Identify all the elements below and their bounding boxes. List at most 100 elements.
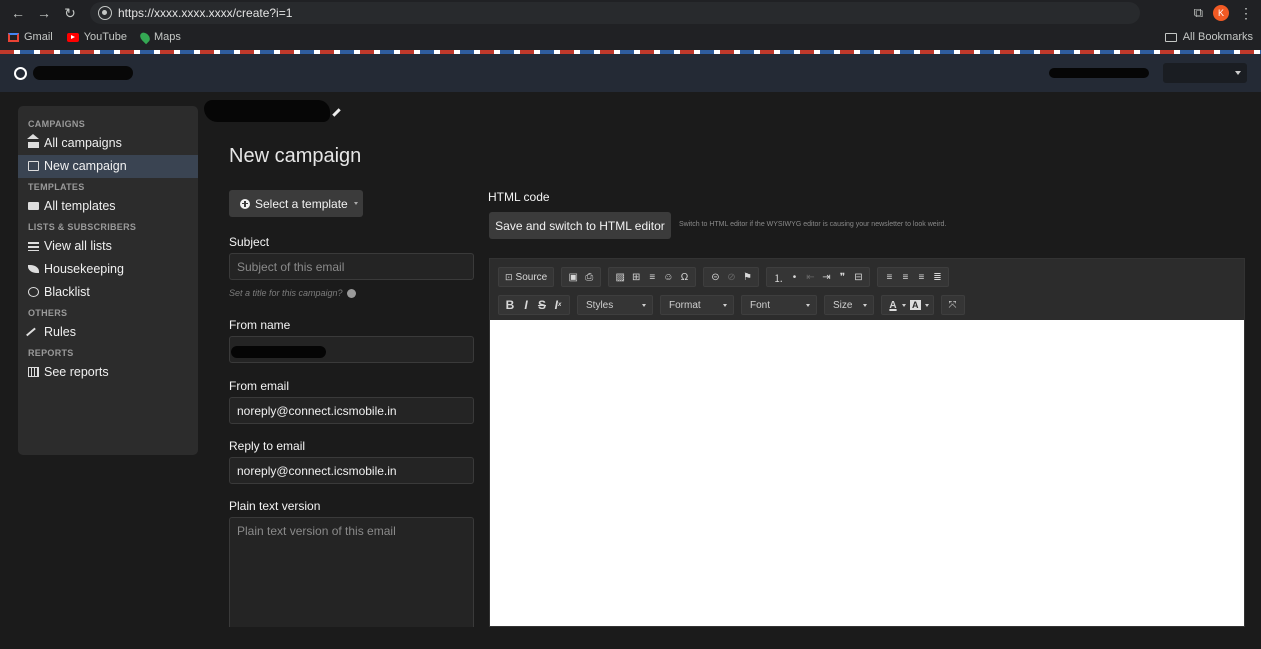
size-combo[interactable]: Size xyxy=(824,295,874,315)
nav-header-others: OTHERS xyxy=(28,308,68,318)
sidebar-item-all-campaigns[interactable]: All campaigns xyxy=(18,132,198,155)
toolbar-group-document: ⊡ Source xyxy=(498,267,555,287)
toolbar-group-colors: A A xyxy=(881,295,934,315)
caret-down-icon xyxy=(723,303,727,307)
styles-combo[interactable]: Styles xyxy=(577,295,653,315)
redacted-header-item xyxy=(1049,68,1149,78)
profile-avatar[interactable]: K xyxy=(1213,5,1229,21)
align-justify-icon[interactable]: ≣ xyxy=(930,270,944,284)
caret-down-icon xyxy=(924,303,929,307)
maximize-icon[interactable]: ⤧ xyxy=(946,298,960,312)
caret-down-icon xyxy=(1235,71,1241,75)
link-icon[interactable]: ⊝ xyxy=(708,270,722,284)
smiley-icon[interactable]: ☺ xyxy=(661,270,675,284)
anchor-flag-icon[interactable]: ⚑ xyxy=(740,270,754,284)
subject-hint[interactable]: Set a title for this campaign? xyxy=(229,288,356,298)
font-combo[interactable]: Font xyxy=(741,295,817,315)
sidebar-item-label: All templates xyxy=(44,199,116,213)
subject-input[interactable]: Subject of this email xyxy=(229,253,474,280)
indent-icon[interactable]: ⇥ xyxy=(819,270,833,284)
editor-content-area[interactable] xyxy=(490,320,1244,626)
reply-to-input[interactable]: noreply@connect.icsmobile.in xyxy=(229,457,474,484)
sidebar-item-view-all-lists[interactable]: View all lists xyxy=(18,235,198,258)
brand-logo-icon[interactable] xyxy=(14,66,27,80)
leaf-icon xyxy=(28,265,39,273)
styles-combo-label: Styles xyxy=(586,299,614,311)
unlink-icon[interactable]: ⊘ xyxy=(724,270,738,284)
bookmark-gmail[interactable]: Gmail xyxy=(8,31,53,43)
toolbar-row-1: ⊡ Source ▣ ⎙ ▨ ⊞ ≡ ☺ Ω ⊝ ⊘ ⚑ ⒈ • ⇤ ⇥ ❞ ⊟… xyxy=(498,265,1236,289)
align-left-icon[interactable]: ≡ xyxy=(882,270,896,284)
toolbar-group-align: ≡ ≡ ≡ ≣ xyxy=(877,267,950,287)
all-bookmarks[interactable]: All Bookmarks xyxy=(1164,31,1253,43)
maps-icon xyxy=(138,30,152,44)
preview-icon[interactable]: ⎙ xyxy=(582,270,596,284)
extensions-icon[interactable]: ⧉ xyxy=(1194,5,1203,21)
sidebar-item-blacklist[interactable]: Blacklist xyxy=(18,281,198,304)
toolbar-group-basic-styles: B I S Ix xyxy=(498,295,570,315)
account-dropdown[interactable] xyxy=(1163,63,1247,83)
sidebar-item-label: All campaigns xyxy=(44,136,122,150)
caret-down-icon xyxy=(806,303,810,307)
menu-kebab-icon[interactable]: ⋮ xyxy=(1239,5,1253,22)
back-icon[interactable]: ← xyxy=(8,3,28,23)
bg-color-icon[interactable]: A xyxy=(908,298,923,312)
toolbar-group-links: ⊝ ⊘ ⚑ xyxy=(703,267,760,287)
sidebar-item-label: Housekeeping xyxy=(44,262,124,276)
from-email-input[interactable]: noreply@connect.icsmobile.in xyxy=(229,397,474,424)
switch-html-editor-button[interactable]: Save and switch to HTML editor xyxy=(489,212,671,239)
pencil-icon[interactable] xyxy=(332,108,341,117)
nav-header-templates: TEMPLATES xyxy=(28,182,85,192)
plus-circle-icon xyxy=(240,198,250,209)
select-template-button[interactable]: Select a template xyxy=(229,190,363,217)
bookmarks-bar: Gmail YouTube Maps All Bookmarks xyxy=(0,26,1261,48)
bold-icon[interactable]: B xyxy=(503,298,517,312)
youtube-icon xyxy=(66,32,79,42)
page-body: CAMPAIGNS All campaigns New campaign TEM… xyxy=(0,92,1261,627)
save-icon[interactable]: ▣ xyxy=(566,270,580,284)
source-button[interactable]: ⊡ Source xyxy=(503,270,549,284)
italic-icon[interactable]: I xyxy=(519,298,533,312)
special-char-icon[interactable]: Ω xyxy=(677,270,691,284)
format-combo-label: Format xyxy=(669,299,701,311)
numbered-list-icon[interactable]: ⒈ xyxy=(771,270,785,285)
remove-format-icon[interactable]: Ix xyxy=(551,298,565,312)
ban-icon xyxy=(28,287,39,297)
sidebar-item-rules[interactable]: Rules xyxy=(18,321,198,344)
sidebar-item-housekeeping[interactable]: Housekeeping xyxy=(18,258,198,281)
caret-down-icon xyxy=(902,303,906,307)
url-bar[interactable]: https://xxxx.xxxx.xxxx/create?i=1 xyxy=(90,2,1140,24)
home-icon xyxy=(27,134,39,148)
sidebar: CAMPAIGNS All campaigns New campaign TEM… xyxy=(18,106,198,455)
switch-editor-hint: Switch to HTML editor if the WYSIWYG edi… xyxy=(679,221,947,228)
app-header xyxy=(0,54,1261,92)
url-text: https://xxxx.xxxx.xxxx/create?i=1 xyxy=(118,6,293,20)
forward-icon[interactable]: → xyxy=(34,3,54,23)
subject-label: Subject xyxy=(229,235,270,249)
strikethrough-icon[interactable]: S xyxy=(535,298,549,312)
horizontal-rule-icon[interactable]: ≡ xyxy=(645,270,659,284)
site-info-icon[interactable] xyxy=(98,6,112,20)
align-center-icon[interactable]: ≡ xyxy=(898,270,912,284)
bulleted-list-icon[interactable]: • xyxy=(787,270,801,284)
toolbar-group-lists: ⒈ • ⇤ ⇥ ❞ ⊟ xyxy=(766,267,871,287)
bookmark-youtube[interactable]: YouTube xyxy=(66,31,127,43)
envelope-icon xyxy=(28,202,39,210)
image-icon[interactable]: ▨ xyxy=(613,270,627,284)
sidebar-item-label: Rules xyxy=(44,325,76,339)
create-div-icon[interactable]: ⊟ xyxy=(851,270,865,284)
text-color-icon[interactable]: A xyxy=(886,298,900,312)
format-combo[interactable]: Format xyxy=(660,295,734,315)
sidebar-item-all-templates[interactable]: All templates xyxy=(18,195,198,218)
table-icon[interactable]: ⊞ xyxy=(629,270,643,284)
reload-icon[interactable]: ↻ xyxy=(60,3,80,23)
sidebar-item-see-reports[interactable]: See reports xyxy=(18,361,198,384)
align-right-icon[interactable]: ≡ xyxy=(914,270,928,284)
sidebar-item-new-campaign[interactable]: New campaign xyxy=(18,155,198,178)
bookmark-maps[interactable]: Maps xyxy=(138,30,181,44)
wysiwyg-editor: ⊡ Source ▣ ⎙ ▨ ⊞ ≡ ☺ Ω ⊝ ⊘ ⚑ ⒈ • ⇤ ⇥ ❞ ⊟… xyxy=(489,258,1245,627)
blockquote-icon[interactable]: ❞ xyxy=(835,270,849,284)
plain-text-textarea[interactable]: Plain text version of this email xyxy=(229,517,474,627)
browser-actions: ⧉ K ⋮ xyxy=(1194,5,1253,22)
outdent-icon[interactable]: ⇤ xyxy=(803,270,817,284)
